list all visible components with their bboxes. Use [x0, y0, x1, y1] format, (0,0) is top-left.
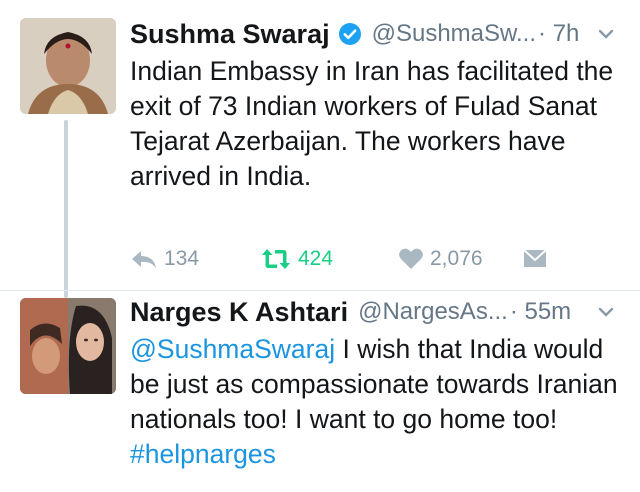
direct-message-button[interactable] — [522, 243, 548, 275]
avatar-photo — [20, 18, 116, 114]
verified-badge-icon — [338, 22, 362, 46]
tweet-sushma-swaraj[interactable]: Sushma Swaraj @SushmaSw... · 7h Indian E… — [0, 0, 640, 298]
tweet-header: Narges K Ashtari @NargesAs... · 55m — [130, 292, 630, 332]
reply-count: 134 — [164, 247, 200, 270]
tweet-narges-ashtari[interactable]: Narges K Ashtari @NargesAs... · 55m @Sus… — [0, 290, 640, 492]
tweet-timestamp[interactable]: · 55m — [510, 298, 571, 326]
retweet-icon — [260, 247, 292, 271]
like-count: 2,076 — [430, 247, 483, 270]
tweet-text: Indian Embassy in Iran has facilitated t… — [130, 56, 614, 191]
tweet-actions: 134 424 2,076 — [130, 243, 610, 275]
avatar-photo — [20, 298, 116, 394]
avatar[interactable] — [20, 298, 116, 394]
tweet-text: @SushmaSwaraj I wish that India would be… — [130, 332, 630, 472]
chevron-down-icon[interactable] — [596, 302, 616, 322]
avatar[interactable] — [20, 18, 116, 114]
author-handle[interactable]: @SushmaSw... — [372, 20, 536, 48]
heart-icon — [398, 247, 424, 271]
like-button[interactable]: 2,076 — [398, 243, 483, 275]
author-handle[interactable]: @NargesAs... — [358, 298, 508, 326]
thread-connector-line — [64, 120, 68, 298]
retweet-count: 424 — [298, 247, 334, 270]
chevron-down-icon[interactable] — [596, 24, 616, 44]
tweet-header: Sushma Swaraj @SushmaSw... · 7h — [130, 14, 630, 54]
author-name[interactable]: Narges K Ashtari — [130, 297, 348, 328]
tweet-timestamp[interactable]: · 7h — [538, 20, 579, 48]
envelope-icon — [522, 247, 548, 271]
reply-icon — [130, 247, 158, 271]
hashtag-link[interactable]: #helpnarges — [130, 439, 276, 469]
retweet-button[interactable]: 424 — [260, 243, 333, 275]
mention-link[interactable]: @SushmaSwaraj — [130, 334, 335, 364]
author-name[interactable]: Sushma Swaraj — [130, 19, 330, 50]
reply-button[interactable]: 134 — [130, 243, 199, 275]
